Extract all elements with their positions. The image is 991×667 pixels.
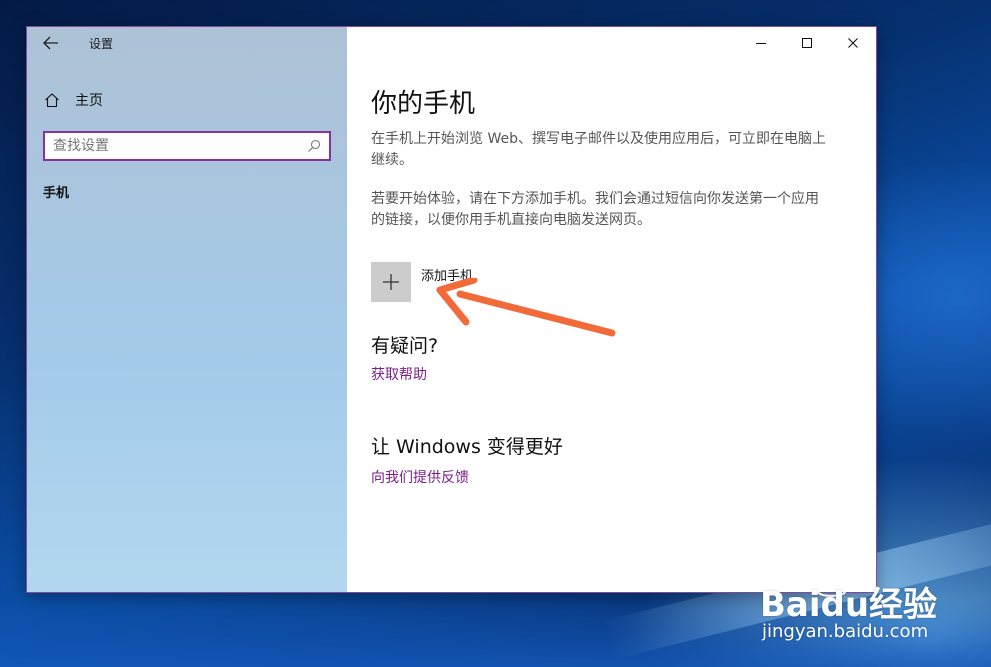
window-title: 设置 (89, 37, 114, 51)
home-icon (43, 91, 61, 109)
instruction-paragraph: 若要开始体验，请在下方添加手机。我们会通过短信向你发送第一个应用的链接，以便你用… (371, 191, 819, 228)
sidebar: 设置 主页 手机 (27, 27, 347, 592)
close-icon (848, 38, 858, 48)
titlebar-left: 设置 (27, 27, 347, 59)
window-controls (738, 27, 876, 59)
search-icon[interactable] (303, 134, 325, 158)
sidebar-item-home-label: 主页 (75, 93, 103, 109)
minimize-button[interactable] (738, 27, 784, 59)
watermark-url: jingyan.baidu.com (762, 621, 929, 642)
back-button[interactable] (37, 31, 65, 55)
watermark-brand: Baidu经验 (760, 585, 938, 625)
add-phone-tile[interactable] (371, 262, 411, 302)
maximize-icon (802, 38, 812, 48)
search-box (43, 131, 331, 161)
intro-paragraph: 在手机上开始浏览 Web、撰写电子邮件以及使用应用后，可立即在电脑上继续。 (371, 131, 826, 168)
sidebar-item-home[interactable]: 主页 (43, 89, 103, 111)
baidu-watermark: Baidu经验 jingyan.baidu.com (760, 555, 980, 655)
sidebar-section-phone: 手机 (43, 186, 70, 201)
give-feedback-link[interactable]: 向我们提供反馈 (371, 467, 469, 487)
page-title: 你的手机 (371, 89, 476, 119)
maximize-button[interactable] (784, 27, 830, 59)
plus-icon (383, 274, 399, 290)
improve-windows-heading: 让 Windows 变得更好 (371, 436, 563, 458)
get-help-link[interactable]: 获取帮助 (371, 364, 427, 384)
annotation-arrow (436, 278, 616, 337)
search-input[interactable] (45, 134, 303, 158)
close-button[interactable] (830, 27, 876, 59)
questions-heading: 有疑问? (371, 335, 439, 357)
minimize-icon (756, 43, 766, 44)
back-arrow-icon (43, 36, 58, 50)
